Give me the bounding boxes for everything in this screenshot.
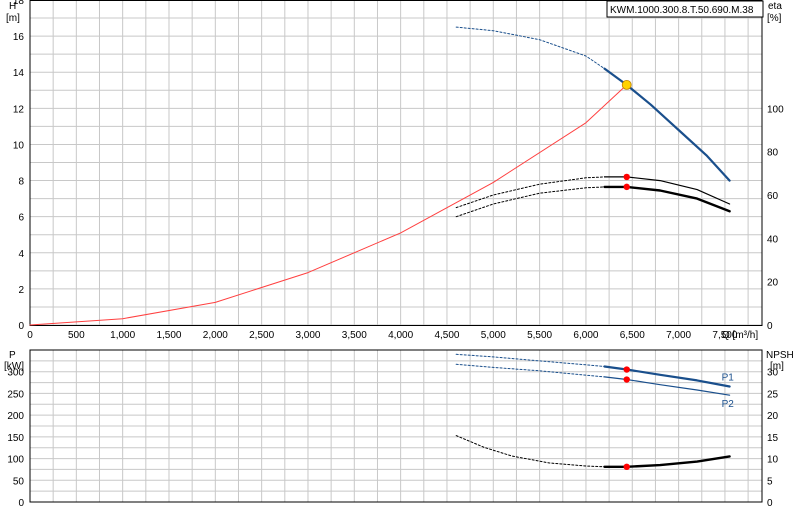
y-tick-label-right-npsh: 15: [767, 433, 779, 444]
y-axis-unit-eta: [%]: [767, 13, 782, 24]
x-tick-label: 7,000: [666, 330, 691, 341]
p1-curve: [603, 365, 731, 388]
y-tick-label-right: 80: [767, 148, 779, 159]
y-tick-label-right-npsh: 20: [767, 411, 779, 422]
x-tick-label: 4,000: [388, 330, 413, 341]
eta-curve-2-dashed: [455, 186, 605, 218]
eta-curve-1-dashed: [455, 176, 605, 209]
y-tick-label-left-p: 250: [7, 389, 24, 400]
y-axis-label-p: P: [9, 350, 16, 361]
eta-point: [623, 173, 630, 181]
title-box-text: KWM.1000.300.8.T.50.690.M.38: [610, 5, 754, 16]
p2-curve: [603, 376, 731, 396]
npsh-point: [623, 463, 630, 471]
x-tick-label: 3,000: [295, 330, 320, 341]
y-tick-label-left: 4: [18, 249, 24, 260]
y-tick-label-left: 16: [13, 32, 25, 43]
y-tick-label-right: 0: [767, 321, 773, 332]
p2-curve-dashed: [455, 363, 605, 378]
x-tick-label: 2,000: [203, 330, 228, 341]
operating-point: [621, 79, 632, 90]
y-tick-label-right: 60: [767, 191, 779, 202]
head-curve-dashed: [455, 26, 605, 70]
y-axis-unit-h: [m]: [6, 13, 20, 24]
y-tick-label-left: 0: [18, 321, 24, 332]
y-tick-label-right-npsh: 0: [767, 498, 773, 509]
y-tick-label-right-npsh: 30: [767, 368, 779, 379]
y-tick-label-left: 2: [18, 285, 24, 296]
pump-curve-svg: H[m]024681012141618 eta[%]0204060801000 50…: [4, 0, 794, 509]
npsh-curve: [603, 455, 731, 468]
x-tick-label: 3,500: [342, 330, 367, 341]
y-tick-label-left-p: 100: [7, 455, 24, 466]
x-tick-label: 0: [27, 330, 33, 341]
eta-point: [623, 183, 630, 191]
y-tick-label-right-npsh: 25: [767, 389, 779, 400]
y-tick-label-right-npsh: 5: [767, 476, 773, 487]
power-point: [623, 376, 630, 383]
npsh-curve-dashed: [455, 435, 605, 468]
pump-curve-chart: H [m] 0 2 4 6 8 10 12 14 16 18 eta [%] 0 20 40 60 80 100 0 50…: [0, 0, 800, 520]
x-tick-label: 2,500: [249, 330, 274, 341]
power-point: [623, 366, 630, 373]
y-tick-label-left-p: 0: [18, 498, 24, 509]
y-tick-label-right: 40: [767, 234, 779, 245]
y-tick-label-right: 20: [767, 278, 779, 289]
x-tick-label: 4,500: [434, 330, 459, 341]
y-tick-label-left-p: 50: [13, 476, 25, 487]
x-tick-label: 6,000: [573, 330, 598, 341]
y-tick-label-left-p: 150: [7, 433, 24, 444]
y-tick-label-left-p: 200: [7, 411, 24, 422]
y-tick-label-left-p: 300: [7, 368, 24, 379]
x-tick-label: 500: [68, 330, 85, 341]
x-tick-label: 5,000: [481, 330, 506, 341]
x-axis-label: Q [m³/h]: [722, 330, 758, 341]
y-axis-label-npsh: NPSH: [766, 350, 794, 361]
y-tick-label-left: 8: [18, 177, 24, 188]
p1-label: P1: [722, 372, 735, 383]
x-tick-label: 1,500: [156, 330, 181, 341]
x-tick-label: 5,500: [527, 330, 552, 341]
y-axis-label-eta: eta: [768, 1, 782, 12]
y-tick-label-left: 18: [13, 0, 25, 7]
x-tick-label: 6,500: [620, 330, 645, 341]
y-tick-label-left: 12: [13, 104, 25, 115]
y-tick-label-left: 6: [18, 213, 24, 224]
y-tick-label-left: 10: [13, 140, 25, 151]
y-tick-label-left: 14: [13, 68, 25, 79]
y-tick-label-right-npsh: 10: [767, 455, 779, 466]
p2-label: P2: [722, 399, 735, 410]
x-tick-label: 1,000: [110, 330, 135, 341]
y-tick-label-right: 100: [767, 104, 784, 115]
